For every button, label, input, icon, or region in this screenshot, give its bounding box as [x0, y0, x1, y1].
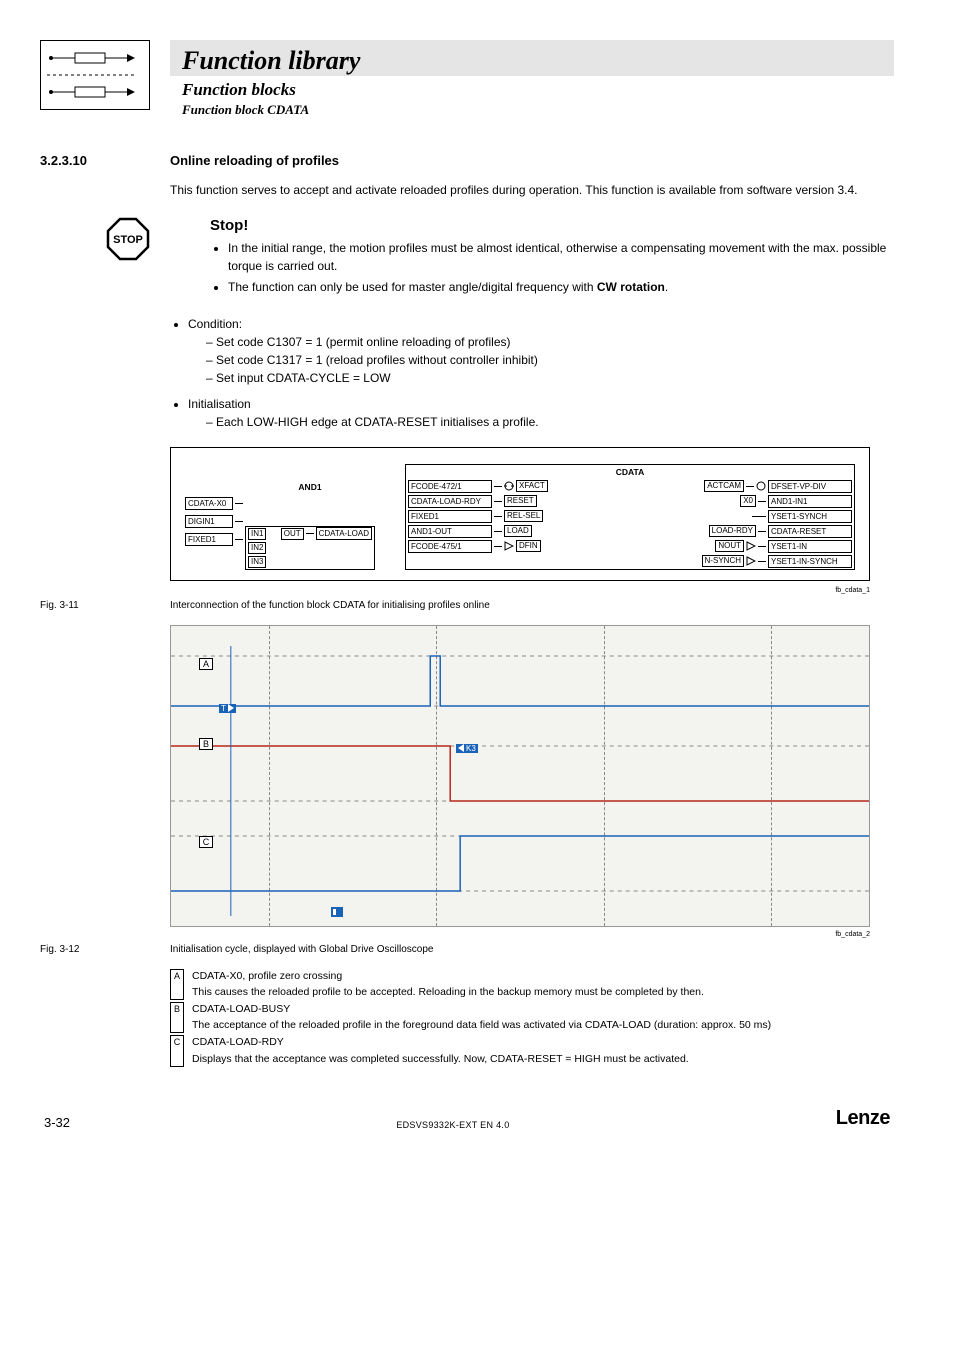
page-subtitle-1: Function blocks — [182, 80, 894, 100]
figure-number: Fig. 3-12 — [40, 944, 150, 955]
track-label-a: A — [199, 658, 213, 670]
stop-bullet-1: In the initial range, the motion profile… — [228, 240, 894, 275]
section-intro: This function serves to accept and activ… — [170, 182, 894, 199]
stop-heading: Stop! — [210, 217, 894, 234]
legend-a-title: CDATA-X0, profile zero crossing — [192, 969, 894, 984]
cursor-t: T — [219, 704, 236, 713]
diagram-file-label: fb_cdata_1 — [170, 587, 870, 594]
overview-marker — [331, 906, 343, 920]
legend-b-desc: The acceptance of the reloaded profile i… — [192, 1018, 894, 1033]
block-diagram: CDATA-X0 DIGIN1 FIXED1 AND1 IN1 OUTCDATA… — [170, 447, 870, 581]
legend-tag-b: B — [170, 1002, 184, 1033]
legend-tag-a: A — [170, 969, 184, 1000]
stop-bullet-2: The function can only be used for master… — [228, 279, 894, 296]
condition-item: Set input CDATA-CYCLE = LOW — [206, 371, 894, 385]
condition-item: Set code C1307 = 1 (permit online reload… — [206, 335, 894, 349]
oscilloscope-chart: A B C T K3 — [170, 625, 870, 927]
svg-text:STOP: STOP — [113, 234, 143, 246]
legend-a-desc: This causes the reloaded profile to be a… — [192, 985, 894, 1000]
cursor-k3: K3 — [456, 744, 478, 753]
init-item: Each LOW-HIGH edge at CDATA-RESET initia… — [206, 415, 894, 429]
init-heading: Initialisation — [188, 397, 251, 411]
page-number: 3-32 — [44, 1115, 70, 1130]
legend-b-title: CDATA-LOAD-BUSY — [192, 1002, 894, 1017]
legend-tag-c: C — [170, 1035, 184, 1066]
section-number: 3.2.3.10 — [40, 153, 150, 168]
figure-caption: Initialisation cycle, displayed with Glo… — [170, 944, 894, 955]
condition-heading: Condition: — [188, 317, 242, 331]
section-icon — [40, 40, 150, 110]
condition-item: Set code C1317 = 1 (reload profiles with… — [206, 353, 894, 367]
legend-c-title: CDATA-LOAD-RDY — [192, 1035, 894, 1050]
page-subtitle-2: Function block CDATA — [182, 102, 894, 118]
brand-logo: Lenze — [836, 1107, 890, 1130]
stop-icon: STOP — [106, 217, 150, 261]
legend-c-desc: Displays that the acceptance was complet… — [192, 1052, 894, 1067]
track-label-b: B — [199, 738, 213, 750]
figure-caption: Interconnection of the function block CD… — [170, 600, 894, 611]
scope-file-label: fb_cdata_2 — [170, 931, 870, 938]
figure-number: Fig. 3-11 — [40, 600, 150, 611]
section-title: Online reloading of profiles — [170, 153, 894, 168]
page-title: Function library — [170, 40, 894, 76]
track-label-c: C — [199, 836, 213, 848]
document-id: EDSVS9332K-EXT EN 4.0 — [396, 1120, 509, 1130]
